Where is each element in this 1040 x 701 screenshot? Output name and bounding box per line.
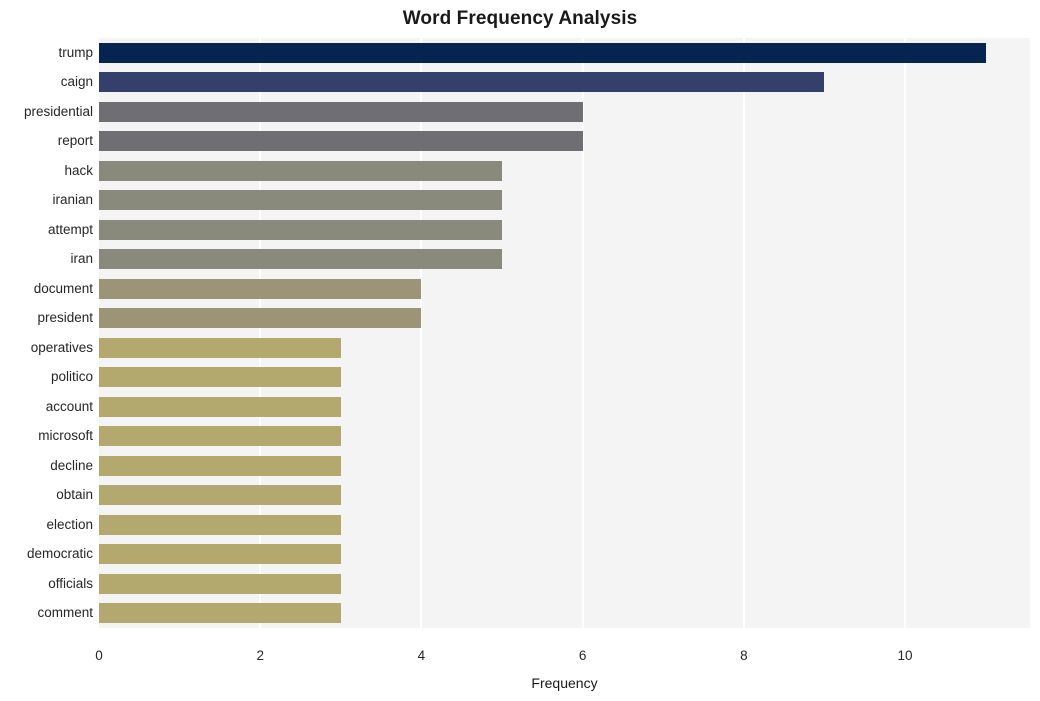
x-axis-title: Frequency xyxy=(531,675,598,691)
bar[interactable] xyxy=(99,573,341,594)
bar[interactable] xyxy=(99,455,341,476)
bar[interactable] xyxy=(99,308,422,329)
bar[interactable] xyxy=(99,485,341,506)
y-tick-label: document xyxy=(33,280,93,296)
y-tick-label: obtain xyxy=(56,487,93,503)
bar[interactable] xyxy=(99,396,341,417)
bar[interactable] xyxy=(99,219,503,240)
plot-area xyxy=(99,38,1030,628)
y-tick-label: report xyxy=(57,133,93,149)
y-tick-label: politico xyxy=(50,369,93,385)
y-tick-label: hack xyxy=(64,162,93,178)
y-tick-label: attempt xyxy=(47,221,93,237)
bar[interactable] xyxy=(99,131,583,152)
y-tick-label: election xyxy=(46,516,93,532)
y-tick-label: comment xyxy=(37,605,93,621)
y-tick-label: president xyxy=(37,310,93,326)
y-tick-label: iranian xyxy=(52,192,93,208)
word-frequency-chart: Word Frequency Analysis trump caign presid… xyxy=(0,0,1040,701)
bars-layer xyxy=(99,38,1030,628)
y-tick-label: operatives xyxy=(30,339,93,355)
y-tick-label: trump xyxy=(58,44,93,60)
bar[interactable] xyxy=(99,603,341,624)
x-tick-label: 0 xyxy=(95,648,103,663)
x-tick-label: 6 xyxy=(578,648,587,663)
x-tick-label: 2 xyxy=(256,648,264,663)
bar[interactable] xyxy=(99,249,503,270)
bar[interactable] xyxy=(99,101,583,122)
y-tick-label: decline xyxy=(50,457,93,473)
y-tick-label: caign xyxy=(60,74,93,90)
chart-title: Word Frequency Analysis xyxy=(402,8,638,29)
y-tick-label: account xyxy=(45,398,93,414)
x-tick-label: 4 xyxy=(417,648,426,663)
bar[interactable] xyxy=(99,160,503,181)
bar[interactable] xyxy=(99,544,341,565)
y-tick-label: iran xyxy=(70,251,93,267)
bar[interactable] xyxy=(99,514,341,535)
x-tick-label: 8 xyxy=(740,648,748,663)
bar[interactable] xyxy=(99,72,825,93)
y-tick-label: democratic xyxy=(26,546,93,562)
bar[interactable] xyxy=(99,42,986,63)
y-tick-label: presidential xyxy=(23,103,93,119)
x-tick-label: 10 xyxy=(897,648,913,663)
y-tick-label: officials xyxy=(48,575,93,591)
bar[interactable] xyxy=(99,278,422,299)
bar[interactable] xyxy=(99,337,341,358)
bar[interactable] xyxy=(99,190,503,211)
bar[interactable] xyxy=(99,367,341,388)
y-axis-tick-labels: trump caign presidential report hack iranian a… xyxy=(0,38,93,628)
x-axis-tick-labels: 0 2 4 6 8 10 xyxy=(0,648,1040,668)
y-tick-label: microsoft xyxy=(38,428,93,444)
bar[interactable] xyxy=(99,426,341,447)
